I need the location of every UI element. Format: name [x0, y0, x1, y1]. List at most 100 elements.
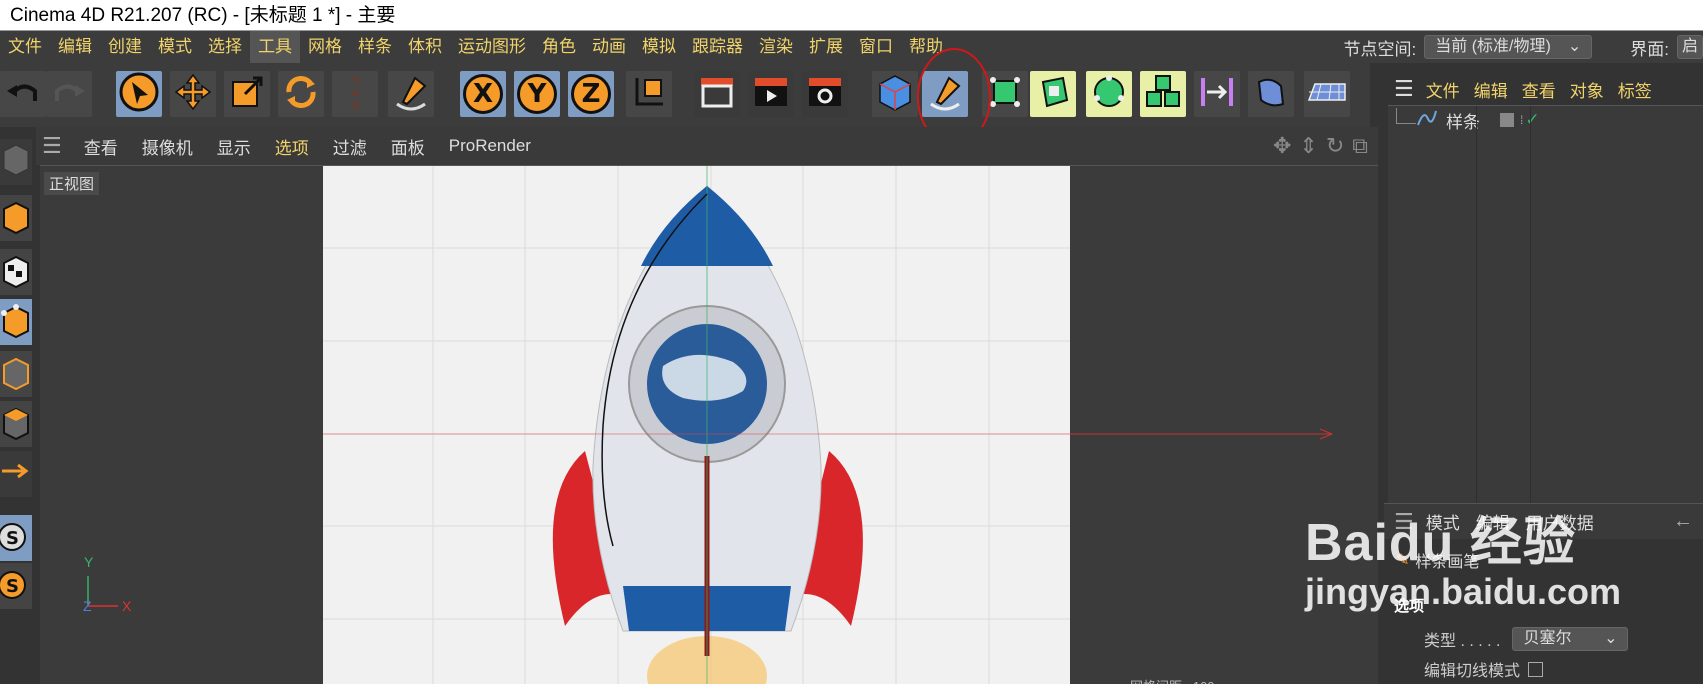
move-tool-button[interactable]	[170, 71, 216, 117]
undo-button[interactable]	[0, 71, 46, 117]
orbit-icon[interactable]: ↻	[1326, 133, 1344, 159]
edit-tangent-checkbox[interactable]	[1528, 661, 1544, 677]
vp-menu-prorender[interactable]: ProRender	[437, 136, 543, 156]
edges-mode-button[interactable]	[0, 351, 32, 397]
check-icon[interactable]: ✓	[1525, 110, 1539, 130]
floor-icon	[1307, 72, 1347, 117]
menu-spline[interactable]: 样条	[350, 31, 400, 63]
menu-animate[interactable]: 动画	[584, 31, 634, 63]
axis-x-label: X	[122, 598, 132, 614]
menu-window[interactable]: 窗口	[851, 31, 901, 63]
menu-character[interactable]: 角色	[534, 31, 584, 63]
array-button[interactable]	[1086, 71, 1132, 117]
x-axis-button[interactable]: X	[460, 71, 506, 117]
select-cursor-icon	[118, 71, 160, 118]
view-mode-button[interactable]	[0, 139, 32, 185]
type-label: 类型 . . . . .	[1424, 633, 1501, 650]
select-tool-button[interactable]	[116, 71, 162, 117]
model-mode-button[interactable]	[0, 195, 32, 241]
y-axis-icon: Y	[517, 74, 557, 114]
menu-file[interactable]: 文件	[0, 31, 50, 63]
vp-menu-panel[interactable]: 面板	[379, 134, 437, 159]
hamburger-icon[interactable]: ☰	[1384, 76, 1426, 102]
vp-menu-view[interactable]: 查看	[72, 134, 130, 159]
coordinate-system-button[interactable]	[626, 71, 672, 117]
menu-tools[interactable]: 工具	[250, 31, 300, 63]
dolly-icon[interactable]: ⇕	[1299, 133, 1317, 159]
menu-mode[interactable]: 模式	[150, 31, 200, 63]
vp-menu-display[interactable]: 显示	[205, 134, 263, 159]
node-space-select[interactable]: 当前 (标准/物理) ⌄	[1424, 35, 1593, 59]
menu-create[interactable]: 创建	[100, 31, 150, 63]
viewport-front[interactable]: 正视图 Y Z X	[40, 165, 1378, 684]
polygons-mode-button[interactable]	[0, 401, 32, 447]
menu-select[interactable]: 选择	[200, 31, 250, 63]
layer-icon[interactable]	[1500, 113, 1514, 127]
texture-mode-button[interactable]	[0, 249, 32, 295]
hamburger-icon[interactable]: ☰	[36, 133, 72, 159]
edit-tangent-label: 编辑切线模式	[1424, 663, 1521, 680]
menu-volume[interactable]: 体积	[400, 31, 450, 63]
rotate-icon	[281, 72, 321, 117]
cloner-button[interactable]	[1140, 71, 1186, 117]
visibility-dots-icon[interactable]: ⁞	[1520, 113, 1523, 127]
om-menu-edit[interactable]: 编辑	[1474, 77, 1522, 102]
object-row[interactable]: 样条 ⁞ ✓	[1388, 106, 1703, 134]
interface-select[interactable]: 启	[1677, 35, 1703, 59]
om-menu-tags[interactable]: 标签	[1618, 77, 1666, 102]
om-menu-view[interactable]: 查看	[1522, 77, 1570, 102]
chevron-down-icon: ⌄	[1567, 38, 1582, 55]
cube-button[interactable]	[872, 71, 918, 117]
baidu-watermark: Baidu 经验 jingyan.baidu.com	[1305, 500, 1621, 613]
deformer-button[interactable]	[1248, 71, 1294, 117]
render-settings-button[interactable]	[802, 71, 848, 117]
render-view-button[interactable]	[748, 71, 794, 117]
render-region-button[interactable]	[694, 71, 740, 117]
spline-pen-button[interactable]	[388, 71, 434, 117]
menu-render[interactable]: 渲染	[751, 31, 801, 63]
axis-z-label: Z	[83, 598, 92, 614]
om-menu-object[interactable]: 对象	[1570, 77, 1618, 102]
axis-gizmo: Y Z X	[80, 554, 150, 624]
menu-mesh[interactable]: 网格	[300, 31, 350, 63]
menu-edit[interactable]: 编辑	[50, 31, 100, 63]
scale-tool-button[interactable]	[224, 71, 270, 117]
redo-button[interactable]	[46, 71, 92, 117]
workplane-button[interactable]: S	[0, 563, 32, 609]
pan-icon[interactable]: ✥	[1273, 133, 1291, 159]
om-menu-file[interactable]: 文件	[1426, 77, 1474, 102]
workplane-icon: S	[0, 571, 30, 607]
vp-menu-options[interactable]: 选项	[263, 134, 321, 159]
vp-menu-cameras[interactable]: 摄像机	[130, 134, 205, 159]
symmetry-button[interactable]	[1194, 71, 1240, 117]
points-mode-button[interactable]	[0, 299, 32, 345]
axis-mode-button[interactable]	[0, 451, 32, 497]
z-axis-button[interactable]: Z	[568, 71, 614, 117]
menu-simulate[interactable]: 模拟	[634, 31, 684, 63]
menu-tracker[interactable]: 跟踪器	[684, 31, 751, 63]
floor-button[interactable]	[1304, 71, 1350, 117]
node-space-label: 节点空间:	[1343, 39, 1417, 59]
menu-extensions[interactable]: 扩展	[801, 31, 851, 63]
scale-icon	[227, 72, 267, 117]
extrude-button[interactable]	[1030, 71, 1076, 117]
deformer-icon	[1251, 72, 1291, 117]
interface-label: 界面:	[1630, 39, 1669, 59]
psr-button[interactable]: P S R	[332, 71, 378, 117]
snap-icon: S	[0, 523, 30, 559]
chevron-down-icon: ⌄	[1604, 630, 1618, 647]
y-axis-button[interactable]: Y	[514, 71, 560, 117]
snap-button[interactable]: S	[0, 515, 32, 561]
type-select[interactable]: 贝塞尔 ⌄	[1512, 627, 1629, 651]
type-value: 贝塞尔	[1523, 630, 1572, 647]
rotate-tool-button[interactable]	[278, 71, 324, 117]
viewport-menubar: ☰ 查看 摄像机 显示 选项 过滤 面板 ProRender ✥ ⇕ ↻ ⧉	[36, 127, 1378, 165]
maximize-icon[interactable]: ⧉	[1352, 133, 1368, 159]
cube-gray-icon	[0, 144, 30, 183]
vp-menu-filter[interactable]: 过滤	[321, 134, 379, 159]
spline-pen-icon	[391, 72, 431, 117]
back-arrow-icon[interactable]: ←	[1673, 510, 1693, 533]
x-axis-arrow	[1070, 428, 1334, 440]
menu-mograph[interactable]: 运动图形	[450, 31, 534, 63]
array-icon	[1089, 72, 1129, 117]
